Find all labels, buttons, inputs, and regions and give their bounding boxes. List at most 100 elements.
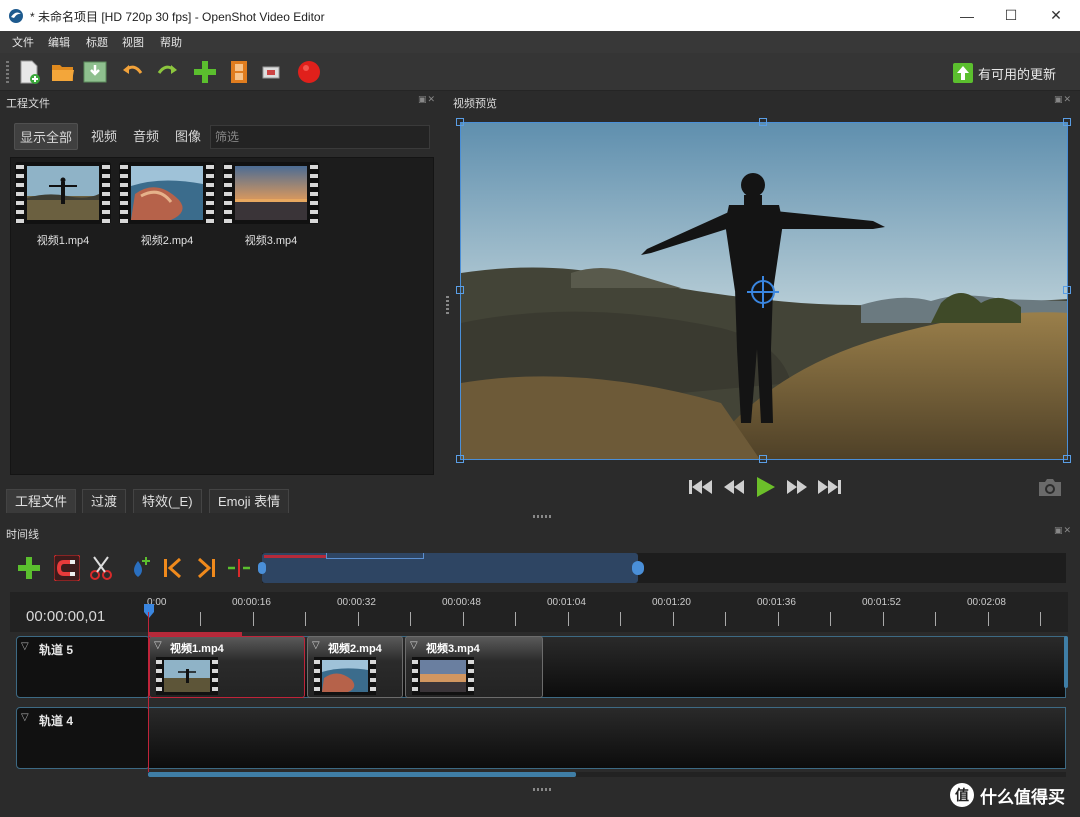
dock-float-close-icon[interactable]: ▣✕ xyxy=(418,94,436,105)
watermark-badge: 值 xyxy=(950,783,974,807)
fullscreen-icon[interactable] xyxy=(258,59,284,85)
range-handle-left[interactable] xyxy=(258,562,266,574)
ruler-tick-label: 00:01:52 xyxy=(862,597,901,608)
tab-effects[interactable]: 特效(_E) xyxy=(133,489,202,513)
video-preview-canvas[interactable] xyxy=(460,122,1068,460)
menu-edit[interactable]: 编辑 xyxy=(48,34,70,50)
ruler-tick xyxy=(725,612,726,626)
add-track-icon[interactable] xyxy=(16,555,42,581)
video-thumbnail xyxy=(223,162,319,224)
panel-splitter-handle[interactable] xyxy=(446,296,449,314)
rewind-icon[interactable] xyxy=(720,474,748,500)
openshot-logo-icon xyxy=(9,9,23,23)
open-project-icon[interactable] xyxy=(50,59,76,85)
razor-scissors-icon[interactable] xyxy=(88,555,114,581)
maximize-button[interactable]: ☐ xyxy=(988,0,1034,31)
ruler-tick xyxy=(253,612,254,626)
clip-menu-icon[interactable]: ▽ xyxy=(154,640,162,651)
timeline-clip[interactable]: ▽ 视频1.mp4 xyxy=(149,636,305,698)
ruler-tick xyxy=(200,612,201,626)
track-name: 轨道 4 xyxy=(39,714,74,728)
transform-handle[interactable] xyxy=(1063,118,1071,126)
dock-splitter-handle[interactable] xyxy=(533,788,551,791)
play-icon[interactable] xyxy=(751,474,779,500)
menu-title[interactable]: 标题 xyxy=(86,34,108,50)
ruler-tick xyxy=(830,612,831,626)
timeline-clip[interactable]: ▽ 视频3.mp4 xyxy=(405,636,543,698)
filter-audio[interactable]: 音频 xyxy=(128,123,164,150)
track-header[interactable]: ▽ 轨道 4 xyxy=(16,707,150,769)
timeline-dock-title: 时间线 xyxy=(6,529,39,541)
video-preview-dock-title: 视频预览 xyxy=(453,98,497,110)
tab-project-files[interactable]: 工程文件 xyxy=(6,489,77,513)
transform-handle[interactable] xyxy=(1063,455,1071,463)
track-menu-icon[interactable]: ▽ xyxy=(21,641,29,652)
timeline-clip[interactable]: ▽ 视频2.mp4 xyxy=(307,636,403,698)
menu-view[interactable]: 视图 xyxy=(122,34,144,50)
project-file-item[interactable]: 视频3.mp4 xyxy=(223,162,319,252)
new-project-icon[interactable] xyxy=(16,59,42,85)
minimize-button[interactable]: — xyxy=(944,0,990,31)
ruler-tick-label: 00:01:20 xyxy=(652,597,691,608)
import-files-icon[interactable] xyxy=(192,59,218,85)
transform-handle[interactable] xyxy=(456,118,464,126)
undo-icon[interactable] xyxy=(120,59,146,85)
overview-clip-mark xyxy=(264,555,326,558)
jump-to-start-icon[interactable] xyxy=(686,474,714,500)
menu-file[interactable]: 文件 xyxy=(12,34,34,50)
timeline-ruler[interactable] xyxy=(10,592,1068,632)
ruler-tick xyxy=(305,612,306,626)
save-project-icon[interactable] xyxy=(82,59,108,85)
filter-search-input[interactable]: 筛选 xyxy=(210,125,430,149)
transform-handle[interactable] xyxy=(456,286,464,294)
close-button[interactable]: ✕ xyxy=(1033,0,1079,31)
range-handle-right[interactable] xyxy=(632,561,644,575)
choose-profile-icon[interactable] xyxy=(226,59,252,85)
clip-menu-icon[interactable]: ▽ xyxy=(312,640,320,651)
ruler-tick xyxy=(935,612,936,626)
toolbar-grip xyxy=(6,61,9,83)
transform-handle[interactable] xyxy=(759,118,767,126)
ruler-tick-label: 00:01:04 xyxy=(547,597,586,608)
track-lane[interactable] xyxy=(148,707,1066,769)
menu-help[interactable]: 帮助 xyxy=(160,34,182,50)
playhead-handle[interactable] xyxy=(143,604,155,618)
playhead-line xyxy=(148,612,149,772)
watermark-text: 什么值得买 xyxy=(980,787,1065,807)
redo-icon[interactable] xyxy=(154,59,180,85)
transform-handle[interactable] xyxy=(456,455,464,463)
clip-name: 视频3.mp4 xyxy=(426,643,480,655)
timeline-hscroll-thumb[interactable] xyxy=(148,772,576,777)
filter-show-all[interactable]: 显示全部 xyxy=(14,123,79,150)
project-file-name: 视频1.mp4 xyxy=(36,235,90,247)
overview-clip-mark xyxy=(326,553,424,559)
filter-image[interactable]: 图像 xyxy=(170,123,206,150)
dock-float-close-icon[interactable]: ▣✕ xyxy=(1054,525,1072,536)
project-file-item[interactable]: 视频2.mp4 xyxy=(119,162,215,252)
transform-handle[interactable] xyxy=(1063,286,1071,294)
camera-icon[interactable] xyxy=(1037,476,1063,498)
window-title: * 未命名项目 [HD 720p 30 fps] - OpenShot Vide… xyxy=(30,10,325,24)
transform-handle[interactable] xyxy=(759,455,767,463)
next-marker-icon[interactable] xyxy=(193,555,219,581)
fast-forward-icon[interactable] xyxy=(783,474,811,500)
filter-video[interactable]: 视频 xyxy=(86,123,122,150)
export-video-icon[interactable] xyxy=(296,59,322,85)
update-available-button[interactable]: 有可用的更新 xyxy=(952,60,1056,86)
tab-emoji[interactable]: Emoji 表情 xyxy=(209,489,290,513)
dock-splitter-handle[interactable] xyxy=(533,515,551,518)
clip-menu-icon[interactable]: ▽ xyxy=(410,640,418,651)
jump-to-end-icon[interactable] xyxy=(816,474,844,500)
previous-marker-icon[interactable] xyxy=(160,555,186,581)
snapping-magnet-icon[interactable] xyxy=(54,555,80,581)
center-playhead-icon[interactable] xyxy=(226,555,252,581)
ruler-tick xyxy=(883,612,884,626)
track-header[interactable]: ▽ 轨道 5 xyxy=(16,636,150,698)
ruler-tick xyxy=(568,612,569,626)
project-file-item[interactable]: 视频1.mp4 xyxy=(15,162,111,252)
track-menu-icon[interactable]: ▽ xyxy=(21,712,29,723)
tab-transitions[interactable]: 过渡 xyxy=(82,489,127,513)
dock-float-close-icon[interactable]: ▣✕ xyxy=(1054,94,1072,105)
timeline-vscroll-thumb[interactable] xyxy=(1064,636,1068,688)
add-marker-icon[interactable] xyxy=(126,555,152,581)
